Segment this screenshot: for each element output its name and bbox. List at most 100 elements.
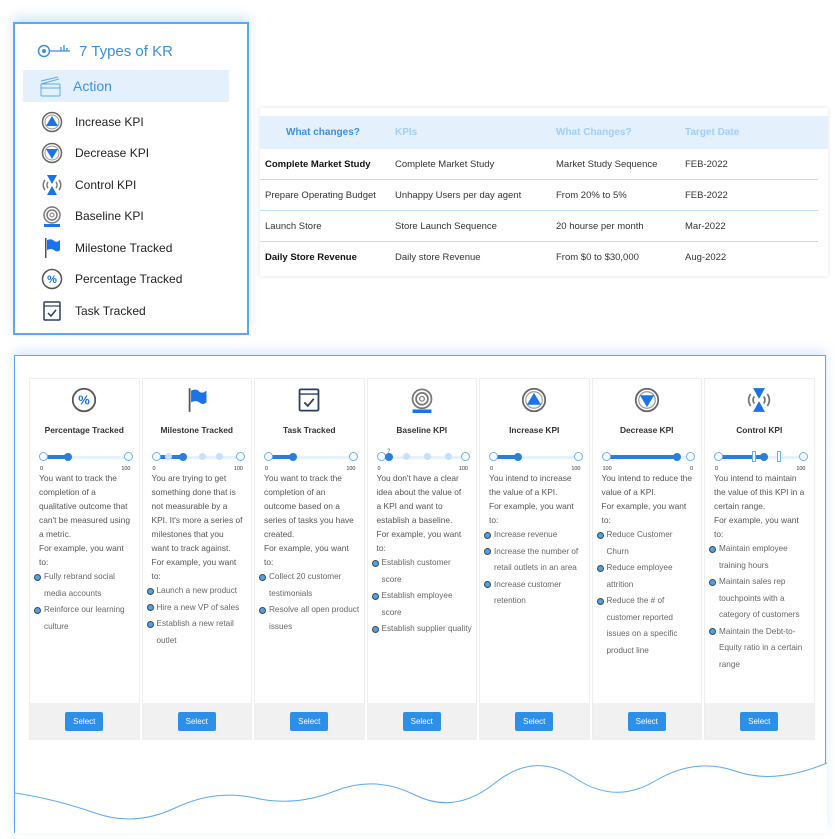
example-text: Maintain the Debt-to-Equity ratio in a c… xyxy=(719,626,803,669)
kr-type-cards-panel: Percentage Tracked 0 100 You want to trac… xyxy=(14,355,827,833)
card-title: Control KPI xyxy=(736,425,783,435)
example-text: Collect 20 customer testimonials xyxy=(269,572,342,598)
example-text: Launch a new product xyxy=(156,586,238,595)
table-cell: FEB-2022 xyxy=(685,189,728,201)
slider[interactable]: 0 100 xyxy=(264,445,358,472)
slider-handle[interactable] xyxy=(760,453,769,461)
slider-start xyxy=(151,452,161,461)
card-title: Percentage Tracked xyxy=(44,425,124,435)
key-result-icon xyxy=(37,44,70,58)
menu-item[interactable]: Decrease KPI xyxy=(15,138,247,170)
increase-kpi-icon xyxy=(522,387,547,413)
example-item: Establish customer score xyxy=(368,555,477,588)
bullet-icon xyxy=(371,625,379,633)
table-cell: FEB-2022 xyxy=(685,158,728,170)
slider-min-label: 100 xyxy=(602,466,612,472)
kr-type-card: Decrease KPI 100 0 You intend to reduce t… xyxy=(591,378,702,740)
example-text: Reduce the # of customer reported issues… xyxy=(606,596,678,655)
example-item: Fully rebrand social media accounts xyxy=(30,569,139,602)
select-button[interactable]: Select xyxy=(290,711,329,731)
column-header: What changes? xyxy=(286,127,360,138)
slider[interactable]: 0 100 xyxy=(151,445,245,472)
bullet-icon xyxy=(484,548,491,555)
example-text: Maintain employee training hours xyxy=(719,544,788,570)
slider-start xyxy=(39,452,48,461)
column-header: What Changes? xyxy=(556,127,632,138)
example-text: Fully rebrand social media accounts xyxy=(44,572,115,598)
card-title: Baseline KPI xyxy=(396,425,448,435)
slider-handle[interactable] xyxy=(673,453,682,461)
slider-end xyxy=(348,452,358,461)
table-cell: From 20% to 5% xyxy=(556,189,627,201)
bullet-icon xyxy=(596,531,604,539)
range-handle[interactable] xyxy=(777,451,782,462)
slider-max-label: 100 xyxy=(346,466,356,472)
table-row: Prepare Operating Budget Unhappy Users pe… xyxy=(260,180,818,211)
slider[interactable]: 0 100 xyxy=(39,445,133,472)
slider-max-label: 100 xyxy=(233,466,243,472)
slider-min-label: 0 xyxy=(490,466,494,472)
percent-icon xyxy=(41,269,63,290)
slider[interactable]: 100 0 xyxy=(601,445,695,472)
example-text: Reduce Customer Churn xyxy=(606,530,673,556)
slider[interactable]: 0 100 xyxy=(489,445,583,472)
slider-handle[interactable] xyxy=(64,453,73,461)
range-handle[interactable] xyxy=(751,451,756,462)
table-cell: Unhappy Users per day agent xyxy=(395,189,522,201)
select-button[interactable]: Select xyxy=(177,711,216,731)
slider-min-label: 0 xyxy=(377,466,381,472)
menu-item[interactable]: Milestone Tracked xyxy=(15,232,247,264)
kr-type-card: Percentage Tracked 0 100 You want to trac… xyxy=(29,378,140,740)
decrease-kpi-icon xyxy=(41,143,63,164)
slider-handle[interactable] xyxy=(289,453,298,461)
card-description: You don't have a clear idea about the va… xyxy=(376,473,462,525)
flag-icon xyxy=(45,237,60,258)
card-description: You intend to reduce the value of a KPI. xyxy=(601,473,693,497)
example-item: Collect 20 customer testimonials xyxy=(255,569,364,602)
menu-item[interactable]: Action xyxy=(23,70,229,102)
kr-types-menu: 7 Types of KR Action Increase KPI Decrease… xyxy=(13,22,249,335)
example-text: Increase customer retention xyxy=(494,579,562,606)
menu-item[interactable]: Increase KPI xyxy=(15,106,247,138)
column-header: KPIs xyxy=(395,127,418,138)
menu-item[interactable]: Task Tracked xyxy=(15,295,247,327)
select-button[interactable]: Select xyxy=(740,711,779,731)
menu-item-label: Baseline KPI xyxy=(75,209,144,224)
bullet-icon xyxy=(259,573,266,581)
example-item: Launch a new product xyxy=(143,583,252,600)
slider-handle[interactable] xyxy=(514,453,523,461)
milestone-dot xyxy=(198,453,206,460)
menu-item[interactable]: Baseline KPI xyxy=(15,201,247,233)
slider-handle[interactable] xyxy=(179,453,188,461)
bullet-icon xyxy=(371,592,379,600)
table-header: What changes? KPIs What Changes? Target … xyxy=(260,116,828,149)
kr-table: What changes? KPIs What Changes? Target … xyxy=(260,108,828,276)
control-kpi-icon xyxy=(748,387,771,413)
slider[interactable]: ? 0 100 xyxy=(376,445,470,472)
slider-end xyxy=(686,452,695,461)
slider[interactable]: 0 100 xyxy=(714,445,808,472)
table-cell: Launch Store xyxy=(265,220,322,232)
select-button[interactable]: Select xyxy=(65,711,104,731)
bullet-icon xyxy=(146,620,154,628)
slider-start xyxy=(489,452,498,461)
example-item: Establish employee score xyxy=(368,588,477,621)
card-description: You are trying to get something done tha… xyxy=(151,473,243,553)
slider-end xyxy=(573,452,583,461)
card-description: For example, you want to: xyxy=(714,515,799,539)
menu-item[interactable]: Percentage Tracked xyxy=(15,264,247,296)
slider-max-label: 100 xyxy=(121,466,131,472)
menu-item[interactable]: Control KPI xyxy=(15,169,247,201)
slider-max-label: 0 xyxy=(689,466,693,472)
select-button[interactable]: Select xyxy=(627,711,666,731)
example-text: Establish a new retail outlet xyxy=(156,619,234,645)
example-item: Increase revenue xyxy=(480,527,589,544)
select-button[interactable]: Select xyxy=(515,711,554,731)
baseline-kpi-icon xyxy=(43,206,61,228)
select-button[interactable]: Select xyxy=(402,711,441,731)
clapperboard-icon xyxy=(40,76,61,97)
example-text: Increase the number of retail outlets in… xyxy=(494,546,579,573)
card-description: For example, you want to: xyxy=(264,543,349,567)
slider-max-label: 100 xyxy=(571,466,581,472)
milestone-dot xyxy=(215,453,223,460)
